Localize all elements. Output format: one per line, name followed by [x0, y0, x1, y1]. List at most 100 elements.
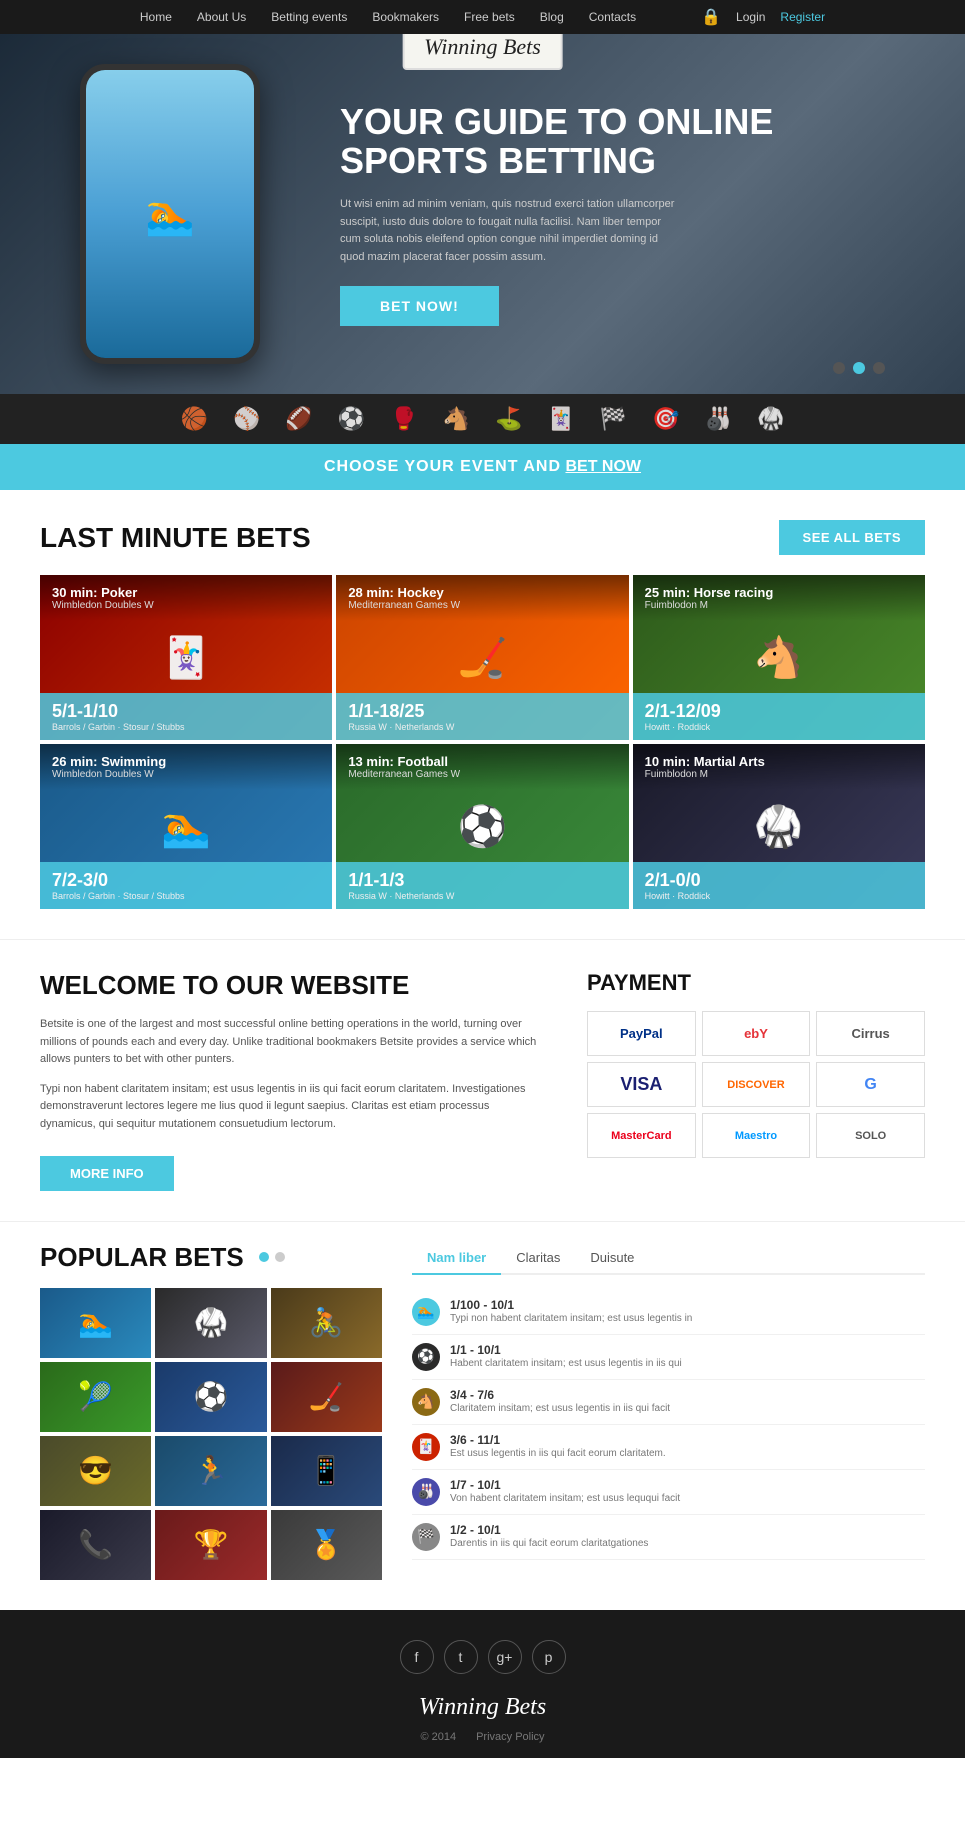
bet-description: Claritatem insitam; est usus legentis in… — [450, 1402, 670, 1416]
popular-left: POPULAR BETS 🏊 🥋 🚴 🎾 ⚽ 🏒 😎 🏃 📱 📞 🏆 🏅 — [40, 1242, 382, 1580]
popular-img-water[interactable]: 📱 — [271, 1436, 382, 1506]
bet-subtitle: Mediterranean Games W — [348, 600, 616, 611]
logo-text: Winning Bets — [402, 34, 563, 70]
basketball-icon[interactable]: 🏀 — [181, 406, 208, 432]
popular-bet-item[interactable]: 🃏 3/6 - 11/1 Est usus legentis in iis qu… — [412, 1425, 925, 1470]
popular-img-redteam[interactable]: 🏆 — [155, 1510, 266, 1580]
bet-odds-small: 1/7 - 10/1 — [450, 1478, 680, 1492]
payment-cirrus[interactable]: Cirrus — [816, 1011, 925, 1056]
popular-tab-1[interactable]: Claritas — [501, 1242, 575, 1275]
popular-bet-item[interactable]: 🏁 1/2 - 10/1 Darentis in iis qui facit e… — [412, 1515, 925, 1560]
boxing-icon[interactable]: 🥊 — [390, 406, 417, 432]
more-info-button[interactable]: MORE INFO — [40, 1156, 174, 1191]
payment-mastercard[interactable]: MasterCard — [587, 1113, 696, 1158]
nav-bookmakers[interactable]: Bookmakers — [372, 10, 439, 24]
popular-img-hockey[interactable]: 🏒 — [271, 1362, 382, 1432]
hero-phone: 🏊 — [80, 64, 300, 364]
bet-card[interactable]: ⚽ 13 min: Football Mediterranean Games W… — [336, 744, 628, 909]
popular-img-cycle[interactable]: 🚴 — [271, 1288, 382, 1358]
social-facebook[interactable]: f — [400, 1640, 434, 1674]
bet-now-button[interactable]: BET NOW! — [340, 286, 499, 326]
bet-card[interactable]: 🏒 28 min: Hockey Mediterranean Games W 1… — [336, 575, 628, 740]
bet-card[interactable]: 🏊 26 min: Swimming Wimbledon Doubles W 7… — [40, 744, 332, 909]
popular-images: 🏊 🥋 🚴 🎾 ⚽ 🏒 😎 🏃 📱 📞 🏆 🏅 — [40, 1288, 382, 1580]
nav-betting[interactable]: Betting events — [271, 10, 347, 24]
choose-bet-link[interactable]: BET NOW — [565, 458, 641, 475]
bet-odds: 2/1-12/09 — [645, 701, 913, 722]
bet-card[interactable]: 🃏 30 min: Poker Wimbledon Doubles W 5/1-… — [40, 575, 332, 740]
bet-info: 1/7 - 10/1 Von habent claritatem insitam… — [450, 1478, 680, 1506]
bet-teams: Barrols / Garbin · Stosur / Stubbs — [52, 722, 320, 732]
popular-bet-item[interactable]: 🏊 1/100 - 10/1 Typi non habent claritate… — [412, 1290, 925, 1335]
bet-card[interactable]: 🥋 10 min: Martial Arts Fuimblodon M 2/1-… — [633, 744, 925, 909]
welcome-text-1: Betsite is one of the largest and most s… — [40, 1016, 547, 1069]
footer-privacy[interactable]: Privacy Policy — [476, 1731, 544, 1743]
bet-odds: 2/1-0/0 — [645, 870, 913, 891]
popular-tab-2[interactable]: Duisute — [575, 1242, 649, 1275]
bet-teams: Russia W · Netherlands W — [348, 891, 616, 901]
popular-dot-1[interactable] — [259, 1252, 269, 1262]
payment-solo[interactable]: SOLO — [816, 1113, 925, 1158]
soccer-icon[interactable]: ⚽ — [338, 406, 365, 432]
hero-text: YOUR GUIDE TO ONLINE SPORTS BETTING Ut w… — [340, 102, 885, 327]
baseball-icon[interactable]: ⚾ — [233, 406, 260, 432]
popular-dot-2[interactable] — [275, 1252, 285, 1262]
popular-header: POPULAR BETS — [40, 1242, 382, 1273]
racing-icon[interactable]: 🏁 — [600, 406, 627, 432]
popular-img-tennis[interactable]: 🎾 — [40, 1362, 151, 1432]
nav-register[interactable]: Register — [780, 10, 825, 24]
popular-img-mma[interactable]: 🏃 — [155, 1436, 266, 1506]
popular-bet-item[interactable]: 🎳 1/7 - 10/1 Von habent claritatem insit… — [412, 1470, 925, 1515]
bet-odds-small: 1/100 - 10/1 — [450, 1298, 692, 1312]
bet-teams: Russia W · Netherlands W — [348, 722, 616, 732]
popular-img-track[interactable]: 🏅 — [271, 1510, 382, 1580]
bet-info: 1/1 - 10/1 Habent claritatem insitam; es… — [450, 1343, 682, 1371]
bowling-icon[interactable]: 🎳 — [705, 406, 732, 432]
social-pinterest[interactable]: p — [532, 1640, 566, 1674]
nav-home[interactable]: Home — [140, 10, 172, 24]
nav-blog[interactable]: Blog — [540, 10, 564, 24]
bet-odds-small: 1/2 - 10/1 — [450, 1523, 648, 1537]
popular-img-soccer[interactable]: ⚽ — [155, 1362, 266, 1432]
bet-card[interactable]: 🐴 25 min: Horse racing Fuimblodon M 2/1-… — [633, 575, 925, 740]
payment-discover[interactable]: DISCOVER — [702, 1062, 811, 1107]
popular-bet-item[interactable]: 🐴 3/4 - 7/6 Claritatem insitam; est usus… — [412, 1380, 925, 1425]
nav-contacts[interactable]: Contacts — [589, 10, 636, 24]
bet-description: Darentis in iis qui facit eorum claritat… — [450, 1537, 648, 1551]
horse-icon[interactable]: 🐴 — [443, 406, 470, 432]
cards-icon[interactable]: 🃏 — [547, 406, 574, 432]
popular-bet-item[interactable]: ⚽ 1/1 - 10/1 Habent claritatem insitam; … — [412, 1335, 925, 1380]
footer-copyright: © 2014 — [420, 1731, 456, 1743]
bet-time: 13 min: Football — [348, 754, 616, 769]
popular-img-sun[interactable]: 😎 — [40, 1436, 151, 1506]
choose-text: CHOOSE YOUR EVENT AND — [324, 458, 561, 475]
bet-sport-icon: 🎳 — [412, 1478, 440, 1506]
nav-freebets[interactable]: Free bets — [464, 10, 515, 24]
payment-paypal[interactable]: PayPal — [587, 1011, 696, 1056]
bet-subtitle: Fuimblodon M — [645, 769, 913, 780]
bet-sport-icon: 🐴 — [412, 1388, 440, 1416]
social-twitter[interactable]: t — [444, 1640, 478, 1674]
popular-tab-0[interactable]: Nam liber — [412, 1242, 501, 1275]
popular-img-fight[interactable]: 🥋 — [155, 1288, 266, 1358]
bet-time: 26 min: Swimming — [52, 754, 320, 769]
payment-visa[interactable]: VISA — [587, 1062, 696, 1107]
dart-icon[interactable]: 🎯 — [652, 406, 679, 432]
popular-right: Nam liberClaritasDuisute 🏊 1/100 - 10/1 … — [412, 1242, 925, 1580]
nav-login[interactable]: Login — [736, 10, 765, 24]
popular-img-phone[interactable]: 📞 — [40, 1510, 151, 1580]
bet-sport-icon: 🏁 — [412, 1523, 440, 1551]
payment-maestro[interactable]: Maestro — [702, 1113, 811, 1158]
martial-icon[interactable]: 🥋 — [757, 406, 784, 432]
social-google[interactable]: g+ — [488, 1640, 522, 1674]
payment-ebay[interactable]: ebY — [702, 1011, 811, 1056]
bet-time: 28 min: Hockey — [348, 585, 616, 600]
site-logo: Winning Bets — [402, 34, 563, 70]
payment-google[interactable]: G — [816, 1062, 925, 1107]
popular-img-swim[interactable]: 🏊 — [40, 1288, 151, 1358]
football-icon[interactable]: 🏈 — [285, 406, 312, 432]
footer-logo: Winning Bets — [0, 1694, 965, 1721]
see-all-bets-button[interactable]: SEE ALL BETS — [779, 520, 925, 555]
nav-about[interactable]: About Us — [197, 10, 246, 24]
golf-icon[interactable]: ⛳ — [495, 406, 522, 432]
